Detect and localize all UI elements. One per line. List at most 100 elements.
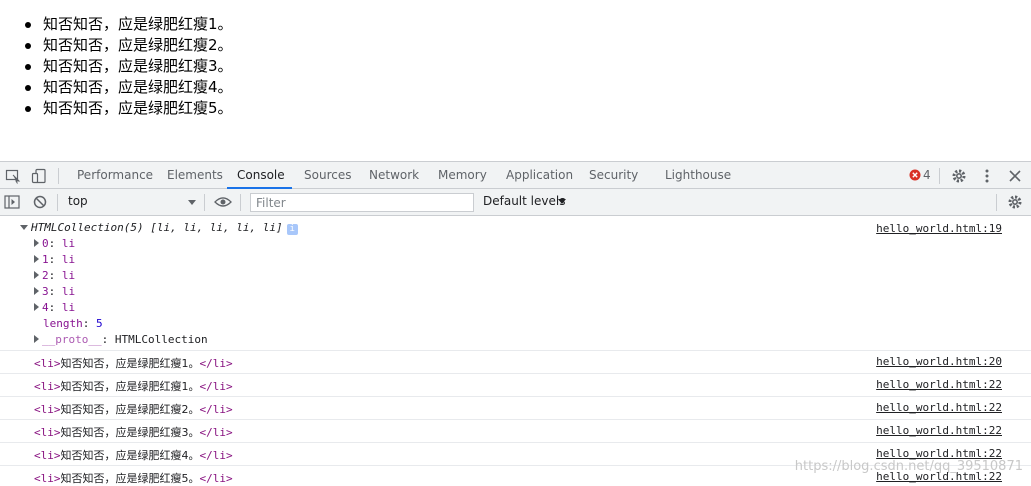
proto-value: HTMLCollection [114,333,208,346]
list-item-text: 知否知否，应是绿肥红瘦3。 [43,57,233,75]
open-tag: <li> [34,472,61,485]
error-icon[interactable] [909,169,921,181]
collection-entry[interactable]: 2: li [34,268,75,284]
settings-gear-icon[interactable] [950,167,968,185]
message-text: 知否知否，应是绿肥红瘦3。 [60,426,200,439]
list-item: 知否知否，应是绿肥红瘦2。 [25,35,233,56]
context-selector[interactable]: top [68,194,88,208]
collection-entry[interactable]: 3: li [34,284,75,300]
collection-entry[interactable]: 0: li [34,236,75,252]
toolbar-divider [204,194,205,211]
console-output: HTMLCollection(5) [li, li, li, li, li] i … [0,216,1031,486]
message-text: 知否知否，应是绿肥红瘦4。 [60,449,200,462]
close-icon[interactable] [1006,167,1024,185]
list-item: 知否知否，应是绿肥红瘦5。 [25,98,233,119]
bullet-icon [25,106,31,112]
console-message[interactable]: <li>知否知否，应是绿肥红瘦2。</li> hello_world.html:… [0,396,1031,419]
entry-key: 1 [42,253,49,266]
source-link[interactable]: hello_world.html:22 [876,424,1002,437]
log-levels-dropdown[interactable]: Default levels [483,194,565,208]
collapse-triangle-icon[interactable] [34,255,39,263]
entry-value: li [61,285,76,298]
close-tag: </li> [199,380,233,393]
devtools-panel: Performance Elements Console Sources Net… [0,161,1031,486]
inspect-element-icon[interactable] [4,167,22,185]
collection-header[interactable]: HTMLCollection(5) [li, li, li, li, li] i [20,220,298,236]
entry-value: li [61,269,76,282]
bullet-icon [25,43,31,49]
entry-key: 3 [42,285,49,298]
collapse-triangle-icon[interactable] [34,271,39,279]
bullet-icon [25,85,31,91]
list-item-text: 知否知否，应是绿肥红瘦2。 [43,36,233,54]
open-tag: <li> [34,426,61,439]
filter-input[interactable] [250,193,474,212]
open-tag: <li> [34,380,61,393]
info-icon: i [286,224,298,235]
list-item-text: 知否知否，应是绿肥红瘦1。 [43,15,233,33]
source-link[interactable]: hello_world.html:22 [876,470,1002,483]
collection-proto[interactable]: __proto__: HTMLCollection [34,332,208,348]
entry-key: 2 [42,269,49,282]
list-item-text: 知否知否，应是绿肥红瘦4。 [43,78,233,96]
tab-lighthouse[interactable]: Lighthouse [665,162,731,189]
tab-console[interactable]: Console [237,162,285,189]
device-toolbar-icon[interactable] [30,167,48,185]
console-message[interactable]: <li>知否知否，应是绿肥红瘦1。</li> hello_world.html:… [0,373,1031,396]
context-dropdown-icon[interactable] [188,200,196,205]
tab-sources[interactable]: Sources [304,162,351,189]
tab-application[interactable]: Application [506,162,573,189]
list-item: 知否知否，应是绿肥红瘦1。 [25,14,233,35]
source-link[interactable]: hello_world.html:22 [876,401,1002,414]
clear-console-icon[interactable] [31,193,49,211]
collapse-triangle-icon[interactable] [34,303,39,311]
collapse-triangle-icon[interactable] [34,287,39,295]
proto-key: __proto__ [42,333,102,346]
close-tag: </li> [199,403,233,416]
message-text: 知否知否，应是绿肥红瘦1。 [60,380,200,393]
toolbar-divider [240,194,241,211]
tab-network[interactable]: Network [369,162,419,189]
toolbar-divider [57,194,58,211]
console-message[interactable]: <li>知否知否，应是绿肥红瘦5。</li> hello_world.html:… [0,465,1031,486]
console-message[interactable]: <li>知否知否，应是绿肥红瘦4。</li> hello_world.html:… [0,442,1031,465]
tab-elements[interactable]: Elements [167,162,223,189]
tab-security[interactable]: Security [589,162,638,189]
source-link[interactable]: hello_world.html:22 [876,378,1002,391]
entry-value: li [61,301,76,314]
tab-memory[interactable]: Memory [438,162,487,189]
length-key: length [43,317,83,330]
toolbar-divider [939,168,940,184]
console-message[interactable]: <li>知否知否，应是绿肥红瘦3。</li> hello_world.html:… [0,419,1031,442]
expand-triangle-icon[interactable] [20,225,28,230]
list-item-text: 知否知否，应是绿肥红瘦5。 [43,99,233,117]
open-tag: <li> [34,403,61,416]
collection-summary: HTMLCollection(5) [li, li, li, li, li] [31,221,283,234]
page-list: 知否知否，应是绿肥红瘦1。 知否知否，应是绿肥红瘦2。 知否知否，应是绿肥红瘦3… [25,14,233,119]
toolbar-divider [58,168,59,184]
source-link[interactable]: hello_world.html:20 [876,355,1002,368]
devtools-tabbar: Performance Elements Console Sources Net… [0,161,1031,189]
entry-value: li [61,253,76,266]
sidebar-toggle-icon[interactable] [3,193,21,211]
close-tag: </li> [199,426,233,439]
close-tag: </li> [199,472,233,485]
levels-dropdown-icon[interactable] [558,199,566,204]
collapse-triangle-icon[interactable] [34,335,39,343]
tab-performance[interactable]: Performance [77,162,153,189]
entry-key: 4 [42,301,49,314]
source-link[interactable]: hello_world.html:22 [876,447,1002,460]
source-link[interactable]: hello_world.html:19 [876,222,1002,235]
entry-key: 0 [42,237,49,250]
console-message[interactable]: <li>知否知否，应是绿肥红瘦1。</li> hello_world.html:… [0,350,1031,373]
collapse-triangle-icon[interactable] [34,239,39,247]
open-tag: <li> [34,449,61,462]
length-value: 5 [96,317,103,330]
more-options-icon[interactable] [978,167,996,185]
collection-entry[interactable]: 4: li [34,300,75,316]
console-settings-gear-icon[interactable] [1006,193,1024,211]
error-count[interactable]: 4 [923,168,931,182]
collection-entry[interactable]: 1: li [34,252,75,268]
list-item: 知否知否，应是绿肥红瘦3。 [25,56,233,77]
eye-icon[interactable] [214,193,232,211]
